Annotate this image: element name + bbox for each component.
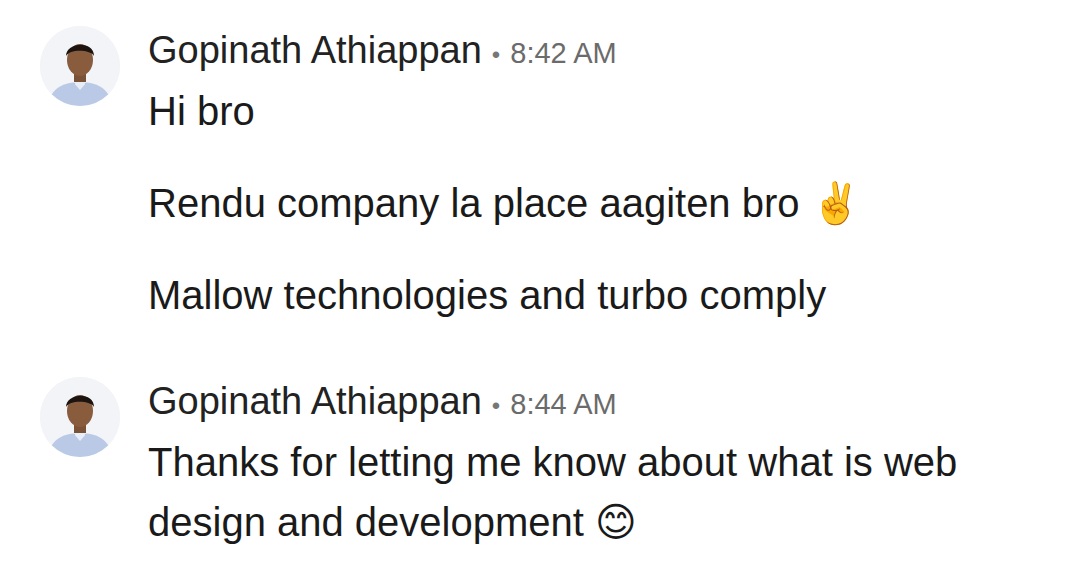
message-text: Hi bro: [148, 81, 861, 141]
message-header: Gopinath Athiappan•8:44 AM: [148, 375, 968, 432]
separator: •: [492, 380, 500, 432]
author-name[interactable]: Gopinath Athiappan: [148, 375, 482, 427]
message-content: Gopinath Athiappan•8:44 AMThanks for let…: [148, 375, 968, 552]
timestamp: 8:44 AM: [510, 378, 616, 430]
message-text: Thanks for letting me know about what is…: [148, 432, 968, 552]
separator: •: [492, 29, 500, 81]
timestamp: 8:42 AM: [510, 27, 616, 79]
message-content: Gopinath Athiappan•8:42 AMHi bro Rendu co…: [148, 24, 861, 325]
message-text: Mallow technologies and turbo comply: [148, 265, 861, 325]
avatar-icon[interactable]: [40, 377, 120, 457]
message-group: Gopinath Athiappan•8:42 AMHi bro Rendu co…: [40, 24, 1080, 325]
chat-thread: Gopinath Athiappan•8:42 AMHi broRendu co…: [0, 0, 1080, 552]
avatar-icon[interactable]: [40, 26, 120, 106]
message-group: Gopinath Athiappan•8:44 AMThanks for let…: [40, 375, 1080, 552]
author-name[interactable]: Gopinath Athiappan: [148, 24, 482, 76]
message-text: Rendu company la place aagiten bro ✌️: [148, 173, 861, 233]
message-header: Gopinath Athiappan•8:42 AM: [148, 24, 861, 81]
